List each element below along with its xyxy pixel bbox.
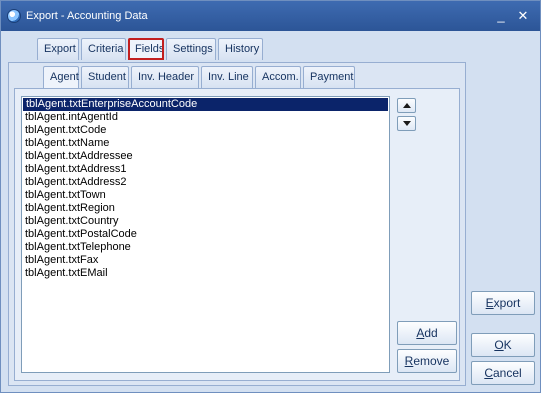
tab-settings[interactable]: Settings — [166, 38, 216, 60]
fields-listbox[interactable]: tblAgent.txtEnterpriseAccountCode tblAgen… — [21, 96, 390, 373]
ok-button-label: K — [503, 338, 512, 352]
subtab-inv-header[interactable]: Inv. Header — [131, 66, 199, 88]
cancel-button-label: ancel — [492, 366, 522, 380]
tab-criteria[interactable]: Criteria — [81, 38, 126, 60]
move-down-button[interactable] — [397, 116, 416, 131]
export-button-mnemonic: E — [485, 296, 494, 310]
list-item[interactable]: tblAgent.txtAddress1 — [22, 163, 389, 176]
tab-fields[interactable]: Fields — [128, 38, 164, 60]
list-item[interactable]: tblAgent.txtTelephone — [22, 241, 389, 254]
title-bar[interactable]: Export - Accounting Data _ ✕ — [1, 1, 540, 31]
ok-button-mnemonic: O — [494, 338, 504, 352]
list-item[interactable]: tblAgent.txtAddressee — [22, 150, 389, 163]
subtab-agent[interactable]: Agent — [43, 66, 79, 88]
cancel-button[interactable]: Cancel — [471, 361, 535, 385]
list-item[interactable]: tblAgent.txtRegion — [22, 202, 389, 215]
ok-button[interactable]: OK — [471, 333, 535, 357]
add-button[interactable]: Add — [397, 321, 457, 345]
subtab-inv-line[interactable]: Inv. Line — [201, 66, 253, 88]
minimize-button[interactable]: _ — [493, 8, 509, 24]
tab-export[interactable]: Export — [37, 38, 79, 60]
app-globe-icon — [7, 9, 21, 23]
export-button-label: xport — [493, 296, 521, 310]
add-button-label: dd — [424, 326, 438, 340]
subtab-payment[interactable]: Payment — [303, 66, 355, 88]
list-item[interactable]: tblAgent.txtPostalCode — [22, 228, 389, 241]
list-item[interactable]: tblAgent.txtAddress2 — [22, 176, 389, 189]
remove-button[interactable]: Remove — [397, 349, 457, 373]
tab-history[interactable]: History — [218, 38, 263, 60]
list-item[interactable]: tblAgent.txtCountry — [22, 215, 389, 228]
list-item[interactable]: tblAgent.txtCode — [22, 124, 389, 137]
close-button[interactable]: ✕ — [515, 8, 531, 24]
subtab-student[interactable]: Student — [81, 66, 129, 88]
list-item[interactable]: tblAgent.txtName — [22, 137, 389, 150]
list-item[interactable]: tblAgent.intAgentId — [22, 111, 389, 124]
remove-button-label: emove — [413, 354, 450, 368]
list-item[interactable]: tblAgent.txtFax — [22, 254, 389, 267]
export-dialog: Export - Accounting Data _ ✕ Export Crit… — [0, 0, 541, 393]
main-tabstrip: Export Criteria Fields Settings History — [37, 38, 265, 60]
subtab-accom[interactable]: Accom. — [255, 66, 301, 88]
move-up-button[interactable] — [397, 98, 416, 113]
window-title: Export - Accounting Data — [26, 10, 148, 22]
cancel-button-mnemonic: C — [484, 366, 493, 380]
remove-button-mnemonic: R — [404, 354, 414, 368]
list-item[interactable]: tblAgent.txtEMail — [22, 267, 389, 280]
sub-tabstrip: Agent Student Inv. Header Inv. Line Acco… — [43, 66, 357, 88]
list-item[interactable]: tblAgent.txtEnterpriseAccountCode — [23, 98, 388, 111]
list-item[interactable]: tblAgent.txtTown — [22, 189, 389, 202]
export-button[interactable]: Export — [471, 291, 535, 315]
